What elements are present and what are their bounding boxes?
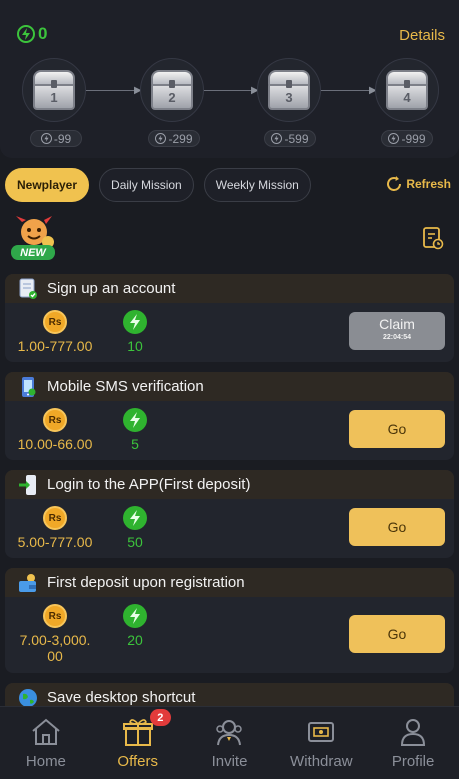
rupee-reward: Rs 1.00-777.00 xyxy=(7,310,103,354)
energy-bolt-icon xyxy=(123,310,147,334)
refresh-icon xyxy=(387,176,402,191)
wallet-icon xyxy=(17,572,39,594)
login-icon xyxy=(17,474,39,496)
tab-daily-mission[interactable]: Daily Mission xyxy=(99,168,194,202)
mission-header: Login to the APP(First deposit) xyxy=(5,470,454,499)
mission-title: First deposit upon registration xyxy=(47,574,245,591)
rupee-coin-icon: Rs xyxy=(43,310,67,334)
mission-title: Sign up an account xyxy=(47,280,176,297)
claim-button[interactable]: Claim 22:04:54 xyxy=(349,312,445,350)
go-button[interactable]: Go xyxy=(349,410,445,448)
nav-item-offers[interactable]: 2 Offers xyxy=(92,707,184,779)
mission-title: Login to the APP(First deposit) xyxy=(47,476,251,493)
energy-reward: 50 xyxy=(115,506,155,550)
details-link[interactable]: Details xyxy=(399,27,445,44)
treasure-chest-4[interactable]: 4 xyxy=(375,58,439,122)
chest-threshold-3: -599 xyxy=(264,130,316,147)
document-check-icon xyxy=(17,278,39,300)
rupee-reward-value: 10.00-66.00 xyxy=(17,436,93,452)
nav-item-profile[interactable]: Profile xyxy=(367,707,459,779)
energy-bolt-icon xyxy=(388,133,400,144)
energy-reward: 10 xyxy=(115,310,155,354)
tab-newplayer[interactable]: Newplayer xyxy=(5,168,90,202)
energy-bolt-icon xyxy=(123,408,147,432)
nav-item-home[interactable]: Home xyxy=(0,707,92,779)
energy-reward-value: 10 xyxy=(127,338,143,354)
rupee-reward-value: 1.00-777.00 xyxy=(17,338,93,354)
chest-threshold-2: -299 xyxy=(148,130,200,147)
mission-card: First deposit upon registration Rs 7.00-… xyxy=(5,568,454,673)
tab-weekly-mission[interactable]: Weekly Mission xyxy=(203,168,311,202)
new-badge-label: NEW xyxy=(20,247,47,259)
energy-count-value: 0 xyxy=(38,24,48,43)
go-button[interactable]: Go xyxy=(349,615,445,653)
chest-icon: 4 xyxy=(386,70,428,110)
claim-label: Claim xyxy=(379,316,415,332)
mission-header: Mobile SMS verification xyxy=(5,372,454,401)
nav-label: Offers xyxy=(117,753,158,770)
energy-bolt-icon xyxy=(17,25,35,43)
phone-icon xyxy=(17,376,39,398)
energy-reward-value: 5 xyxy=(131,436,139,452)
mission-card: Sign up an account Rs 1.00-777.00 10 Cla… xyxy=(5,274,454,362)
energy-reward-value: 50 xyxy=(127,534,143,550)
chest-icon: 1 xyxy=(33,70,75,110)
rupee-coin-icon: Rs xyxy=(43,604,67,628)
gift-icon xyxy=(122,719,153,746)
energy-reward: 5 xyxy=(115,408,155,452)
mission-header: First deposit upon registration xyxy=(5,568,454,597)
treasure-chest-1[interactable]: 1 xyxy=(22,58,86,122)
rupee-reward-value: 7.00-3,000.00 xyxy=(19,632,91,664)
nav-item-invite[interactable]: Invite xyxy=(184,707,276,779)
mission-title: Save desktop shortcut xyxy=(47,689,196,706)
energy-bolt-icon xyxy=(40,133,52,144)
mission-header: Sign up an account xyxy=(5,274,454,303)
mission-card: Login to the APP(First deposit) Rs 5.00-… xyxy=(5,470,454,558)
treasure-chest-2[interactable]: 2 xyxy=(140,58,204,122)
mission-card: Mobile SMS verification Rs 10.00-66.00 5… xyxy=(5,372,454,460)
offers-page: 0 Details ▶ ▶ ▶ 1 2 3 4 -99 -299 -599 -9… xyxy=(0,0,459,779)
offers-badge: 2 xyxy=(149,709,171,726)
energy-bolt-icon xyxy=(155,133,167,144)
chest-threshold-1: -99 xyxy=(30,130,82,147)
chest-threshold-4: -999 xyxy=(381,130,433,147)
bottom-nav: Home 2 Offers Invite Withdraw Profile xyxy=(0,706,459,779)
treasure-chest-3[interactable]: 3 xyxy=(257,58,321,122)
nav-item-withdraw[interactable]: Withdraw xyxy=(275,707,367,779)
withdraw-icon xyxy=(308,722,335,742)
chest-progress-row: ▶ ▶ ▶ 1 2 3 4 xyxy=(20,58,440,122)
nav-label: Invite xyxy=(211,753,248,770)
rupee-reward: Rs 7.00-3,000.00 xyxy=(7,604,103,664)
nav-label: Withdraw xyxy=(290,753,353,770)
energy-count: 0 xyxy=(17,24,47,44)
energy-reward-value: 20 xyxy=(127,632,143,648)
refresh-label: Refresh xyxy=(406,177,451,191)
rupee-coin-icon: Rs xyxy=(43,506,67,530)
energy-reward: 20 xyxy=(115,604,155,648)
home-icon xyxy=(32,718,60,745)
nav-label: Profile xyxy=(391,753,435,770)
invite-icon xyxy=(216,720,243,746)
mission-title: Mobile SMS verification xyxy=(47,378,204,395)
energy-bolt-icon xyxy=(123,506,147,530)
profile-icon xyxy=(401,719,426,746)
new-player-badge-icon: NEW xyxy=(11,216,55,260)
refresh-button[interactable]: Refresh xyxy=(385,175,451,193)
energy-progress-card: 0 Details ▶ ▶ ▶ 1 2 3 4 -99 -299 -599 -9… xyxy=(0,0,459,158)
chest-icon: 2 xyxy=(151,70,193,110)
energy-bolt-icon xyxy=(271,133,283,144)
rupee-coin-icon: Rs xyxy=(43,408,67,432)
mission-tabs: Newplayer Daily Mission Weekly Mission xyxy=(5,168,311,202)
energy-bolt-icon xyxy=(123,604,147,628)
rupee-reward: Rs 10.00-66.00 xyxy=(7,408,103,452)
claim-timer: 22:04:54 xyxy=(382,334,412,341)
history-icon[interactable] xyxy=(422,226,444,250)
rupee-reward: Rs 5.00-777.00 xyxy=(7,506,103,550)
chest-icon: 3 xyxy=(268,70,310,110)
nav-label: Home xyxy=(25,753,66,770)
rupee-reward-value: 5.00-777.00 xyxy=(17,534,93,550)
go-button[interactable]: Go xyxy=(349,508,445,546)
